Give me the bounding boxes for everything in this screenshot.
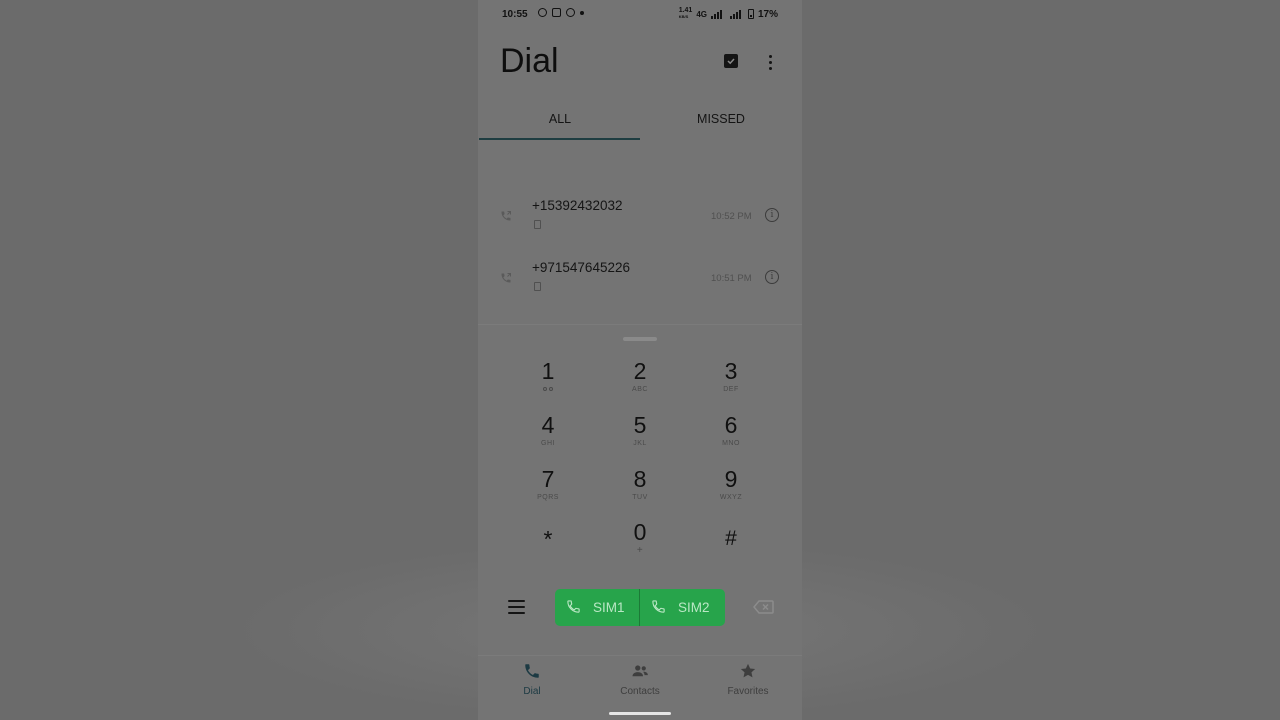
- dial-key-5[interactable]: 5 JKL: [610, 412, 670, 460]
- menu-icon: [508, 600, 525, 602]
- dialpad-menu-button[interactable]: [508, 600, 525, 614]
- voicemail-icon: [543, 387, 553, 392]
- sim2-label: SIM2: [678, 600, 710, 615]
- page-title: Dial: [500, 42, 559, 80]
- dial-key-star[interactable]: *: [518, 526, 578, 574]
- key-digit: 3: [724, 358, 738, 384]
- data-speed-unit: KB/S: [678, 14, 689, 19]
- key-letters: +: [636, 545, 644, 556]
- outgoing-call-icon: [501, 211, 511, 221]
- contacts-icon: [632, 665, 648, 677]
- call-button-group: SIM1 SIM2: [555, 589, 725, 626]
- key-letters: MNO: [722, 440, 740, 447]
- data-speed-value: 1.41: [678, 7, 693, 14]
- dial-key-1[interactable]: 1: [518, 358, 578, 406]
- key-digit: 6: [724, 412, 738, 438]
- sim-card-icon: [534, 282, 541, 291]
- tab-all[interactable]: ALL: [479, 104, 641, 140]
- key-digit: 2: [633, 358, 647, 384]
- nav-favorites-label: Favorites: [727, 686, 769, 697]
- sim1-call-icon: [567, 600, 580, 613]
- nav-dial-label: Dial: [523, 686, 541, 697]
- battery-icon: [747, 9, 754, 19]
- call-log-row[interactable]: +15392432032 10:52 PM i: [478, 192, 802, 242]
- tab-all-label: ALL: [548, 112, 572, 126]
- nav-contacts-label: Contacts: [620, 686, 660, 697]
- call-number: +15392432032: [532, 198, 623, 213]
- signal-icon: [710, 9, 722, 19]
- dialpad-drag-handle[interactable]: [623, 337, 657, 341]
- nav-contacts[interactable]: Contacts: [586, 662, 694, 702]
- dial-key-4[interactable]: 4 GHI: [518, 412, 578, 460]
- star-icon: [740, 663, 756, 678]
- phone-screen: 10:55 1.41KB/S 4G 17% Dial ALL MISSED +: [478, 0, 802, 720]
- whatsapp-icon: [538, 8, 547, 17]
- dot-icon: [580, 10, 584, 15]
- dial-key-2[interactable]: 2 ABC: [610, 358, 670, 406]
- backspace-icon[interactable]: [753, 600, 774, 614]
- image-icon: [552, 8, 561, 17]
- phone-icon: [525, 664, 539, 678]
- more-vert-icon: [768, 54, 772, 58]
- key-letters: JKL: [633, 440, 647, 447]
- dial-key-7[interactable]: 7 PQRS: [518, 466, 578, 514]
- key-digit: #: [725, 527, 737, 550]
- call-time: 10:51 PM: [711, 273, 752, 284]
- sim-card-icon: [534, 220, 541, 229]
- outgoing-call-icon: [501, 273, 511, 283]
- tab-missed[interactable]: MISSED: [640, 104, 802, 140]
- key-digit: 7: [541, 466, 555, 492]
- dial-key-hash[interactable]: #: [701, 526, 761, 574]
- checkbox-icon: [727, 58, 735, 65]
- call-log-row[interactable]: +971547645226 10:51 PM i: [478, 254, 802, 304]
- key-digit: 1: [541, 358, 555, 384]
- nav-dial[interactable]: Dial: [478, 662, 586, 702]
- key-letters: GHI: [541, 440, 555, 447]
- more-options-button[interactable]: [764, 52, 776, 72]
- key-digit: 8: [633, 466, 647, 492]
- status-bar: 10:55 1.41 KB/S 4G 17%: [478, 0, 802, 28]
- key-letters: DEF: [723, 386, 739, 393]
- key-letters: PQRS: [537, 494, 559, 501]
- call-sim1-button[interactable]: SIM1: [555, 589, 639, 626]
- key-digit: 9: [724, 466, 738, 492]
- dial-key-8[interactable]: 8 TUV: [610, 466, 670, 514]
- dialpad-divider: [478, 324, 802, 325]
- network-type: 4G: [696, 9, 707, 19]
- key-digit: 5: [633, 412, 647, 438]
- tab-missed-label: MISSED: [697, 112, 745, 126]
- tab-indicator: [479, 138, 640, 140]
- select-button[interactable]: [724, 54, 738, 68]
- key-digit: 0: [633, 519, 647, 545]
- notification-icons: [538, 8, 584, 17]
- battery-level: 17%: [757, 8, 778, 20]
- call-time: 10:52 PM: [711, 211, 752, 222]
- dial-key-6[interactable]: 6 MNO: [701, 412, 761, 460]
- dial-key-3[interactable]: 3 DEF: [701, 358, 761, 406]
- status-time: 10:55: [502, 9, 528, 20]
- key-digit: 4: [541, 412, 555, 438]
- nav-favorites[interactable]: Favorites: [694, 662, 802, 702]
- call-number: +971547645226: [532, 260, 630, 275]
- signal-icon: [729, 9, 741, 19]
- dial-key-0[interactable]: 0 +: [610, 519, 670, 567]
- home-indicator[interactable]: [609, 712, 671, 715]
- info-icon[interactable]: i: [765, 270, 779, 284]
- key-digit: *: [543, 526, 553, 552]
- dial-key-9[interactable]: 9 WXYZ: [701, 466, 761, 514]
- key-letters: ABC: [632, 386, 648, 393]
- messenger-icon: [566, 8, 575, 17]
- call-sim2-button[interactable]: SIM2: [640, 589, 724, 626]
- sim1-label: SIM1: [593, 600, 625, 615]
- key-letters: WXYZ: [719, 494, 743, 501]
- info-icon[interactable]: i: [765, 208, 779, 222]
- bottom-nav-divider: [478, 655, 802, 656]
- key-letters: TUV: [632, 494, 648, 501]
- sim2-call-icon: [652, 600, 665, 613]
- data-speed-icon: 1.41 KB/S: [678, 7, 693, 20]
- status-right: 1.41 KB/S 4G 17%: [678, 7, 778, 20]
